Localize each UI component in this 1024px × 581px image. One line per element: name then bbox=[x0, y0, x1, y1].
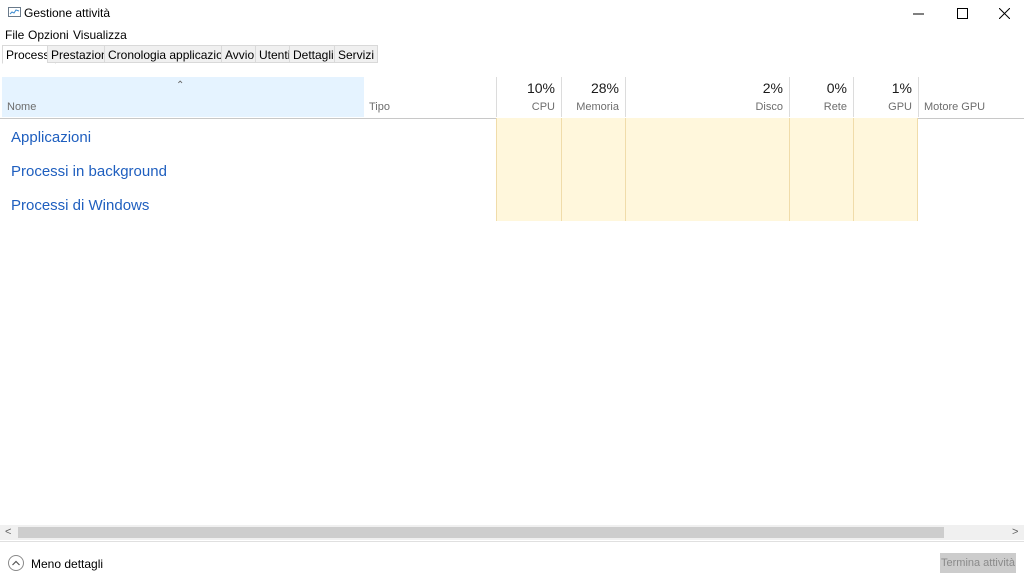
column-label-network: Rete bbox=[823, 101, 847, 113]
tab-app-history[interactable]: Cronologia applicazioni bbox=[104, 45, 237, 63]
gpu-usage-total: 1% bbox=[891, 80, 912, 96]
cpu-column-shade bbox=[496, 118, 561, 221]
tab-details[interactable]: Dettagli bbox=[289, 45, 338, 63]
column-label-type: Tipo bbox=[369, 101, 390, 113]
column-label-name: Nome bbox=[7, 101, 37, 113]
cpu-usage-total: 10% bbox=[526, 80, 555, 96]
column-header-row: ⌃ Nome Tipo 10% CPU 28% Memoria 2% Disco… bbox=[0, 77, 1024, 119]
maximize-icon bbox=[956, 7, 968, 19]
tab-startup[interactable]: Avvio bbox=[221, 45, 259, 63]
menu-file[interactable]: File bbox=[5, 28, 24, 42]
column-label-gpu-engine: Motore GPU bbox=[924, 101, 986, 113]
chevron-up-icon bbox=[12, 560, 20, 566]
disk-column-shade bbox=[625, 118, 789, 221]
column-header-disk[interactable]: 2% Disco bbox=[625, 77, 789, 117]
task-manager-icon bbox=[8, 7, 21, 17]
column-header-name[interactable]: ⌃ Nome bbox=[2, 77, 364, 117]
column-header-type[interactable]: Tipo bbox=[364, 77, 496, 117]
group-apps[interactable]: Applicazioni bbox=[11, 129, 91, 146]
gpu-column-shade bbox=[853, 118, 918, 221]
column-header-gpu-engine[interactable]: Motore GPU bbox=[918, 77, 1024, 117]
disk-usage-total: 2% bbox=[762, 80, 783, 96]
title-bar: Gestione attività bbox=[0, 0, 1024, 26]
column-label-cpu: CPU bbox=[531, 101, 555, 113]
footer-bar: Meno dettagli Termina attività bbox=[0, 541, 1024, 581]
sort-up-icon: ⌃ bbox=[176, 80, 185, 91]
fewer-details-link[interactable]: Meno dettagli bbox=[31, 557, 103, 571]
scrollbar-thumb[interactable] bbox=[18, 527, 944, 538]
column-header-network[interactable]: 0% Rete bbox=[789, 77, 853, 117]
memory-column-shade bbox=[561, 118, 625, 221]
column-label-gpu: GPU bbox=[888, 101, 912, 113]
close-icon bbox=[998, 7, 1010, 19]
column-header-gpu[interactable]: 1% GPU bbox=[853, 77, 918, 117]
column-header-memory[interactable]: 28% Memoria bbox=[561, 77, 625, 117]
tab-services[interactable]: Servizi bbox=[334, 45, 379, 63]
column-header-cpu[interactable]: 10% CPU bbox=[496, 77, 561, 117]
minimize-icon bbox=[912, 13, 924, 14]
network-usage-total: 0% bbox=[826, 80, 847, 96]
minimize-button[interactable] bbox=[898, 0, 938, 26]
chevron-up-circle-icon[interactable] bbox=[8, 555, 24, 571]
window-title: Gestione attività bbox=[24, 6, 111, 20]
menu-view[interactable]: Visualizza bbox=[73, 28, 127, 42]
menu-options[interactable]: Opzioni bbox=[28, 28, 69, 42]
maximize-button[interactable] bbox=[942, 0, 982, 26]
column-label-memory: Memoria bbox=[576, 101, 619, 113]
column-label-disk: Disco bbox=[755, 101, 783, 113]
scroll-left-icon[interactable]: < bbox=[5, 526, 11, 538]
scroll-right-icon[interactable]: > bbox=[1012, 526, 1018, 538]
group-background-processes[interactable]: Processi in background bbox=[11, 163, 167, 180]
memory-usage-total: 28% bbox=[590, 80, 619, 96]
horizontal-scrollbar[interactable]: < > bbox=[0, 525, 1024, 540]
group-windows-processes[interactable]: Processi di Windows bbox=[11, 197, 149, 214]
close-button[interactable] bbox=[984, 0, 1024, 26]
end-task-button[interactable]: Termina attività bbox=[940, 553, 1016, 573]
network-column-shade bbox=[789, 118, 853, 221]
